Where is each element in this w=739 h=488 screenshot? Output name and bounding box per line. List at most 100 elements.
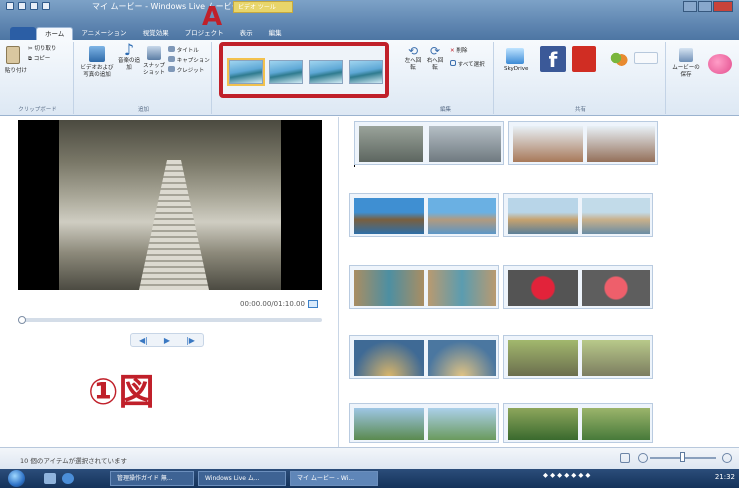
credit-label: クレジット (176, 68, 205, 74)
delete-icon: ✕ (450, 48, 455, 54)
rotate-left-icon: ⟲ (407, 44, 419, 58)
copy-icon: ⧉ (28, 56, 32, 62)
clip-3[interactable] (349, 193, 499, 237)
clip-7[interactable] (349, 335, 499, 379)
tab-visual-effects[interactable]: 視覚効果 (135, 27, 177, 40)
save-icon[interactable] (18, 2, 26, 10)
clip-frame (354, 340, 424, 376)
zoom-in-icon[interactable] (722, 453, 732, 463)
camera-icon (147, 46, 161, 60)
youtube-icon[interactable] (572, 46, 596, 72)
tray-icons[interactable]: ◆ ◆ ◆ ◆ ◆ ◆ ◆ (543, 471, 590, 479)
next-frame-icon[interactable]: |▶ (186, 336, 195, 345)
windows-live-groups-icon[interactable] (602, 48, 630, 68)
tab-home[interactable]: ホーム (36, 27, 74, 40)
fullscreen-icon[interactable] (308, 300, 318, 308)
clip-frame (429, 126, 501, 162)
clip-10[interactable] (503, 403, 653, 443)
thumbnail-size-icon[interactable] (620, 453, 630, 463)
clip-frame (508, 198, 578, 234)
taskbar-item-my-movie[interactable]: マイ ムービー - Wi... (290, 471, 378, 486)
play-icon[interactable]: ▶ (164, 336, 170, 345)
clip-9[interactable] (349, 403, 499, 443)
delete-button[interactable]: ✕ 削除 (450, 48, 467, 55)
annotation-label-a: A (202, 2, 223, 32)
taskbar-item-guide[interactable]: 管理操作ガイド 無... (110, 471, 194, 486)
effect-thumbnail-4[interactable] (349, 60, 383, 84)
paste-button[interactable] (6, 46, 20, 67)
clip-5[interactable] (349, 265, 499, 309)
file-menu-button[interactable] (10, 27, 36, 40)
flickr-icon[interactable] (634, 52, 658, 64)
save-movie-group: ムービーの保存 (668, 42, 702, 114)
tab-edit[interactable]: 編集 (261, 27, 290, 40)
zoom-out-icon[interactable] (638, 453, 648, 463)
clip-frame (428, 198, 496, 234)
seek-knob[interactable] (18, 316, 26, 324)
save-movie-button[interactable]: ムービーの保存 (672, 48, 700, 79)
add-video-photo-button[interactable]: ビデオおよび写真の追加 (80, 46, 114, 79)
clip-frame (582, 198, 650, 234)
tab-view[interactable]: 表示 (232, 27, 261, 40)
effect-thumbnail-2[interactable] (269, 60, 303, 84)
tab-animation[interactable]: アニメーション (73, 27, 134, 40)
select-all-button[interactable]: すべて選択 (450, 60, 485, 69)
facebook-icon[interactable]: f (540, 46, 566, 72)
title-button[interactable]: タイトル (168, 46, 199, 55)
snapshot-button[interactable]: スナップショット (142, 46, 166, 77)
preview-frame-image (59, 120, 281, 290)
video-preview[interactable] (18, 120, 322, 290)
clip-8[interactable] (503, 335, 653, 379)
clip-frame (354, 198, 424, 234)
maximize-button[interactable] (698, 1, 712, 12)
copy-button[interactable]: ⧉ コピー (28, 56, 50, 63)
caption-button[interactable]: キャプション (168, 56, 210, 65)
share-group-label: 共有 (574, 107, 586, 113)
system-tray: ◆ ◆ ◆ ◆ ◆ ◆ ◆ (543, 471, 590, 479)
taskbar-item-windows-live[interactable]: Windows Live ム... (198, 471, 286, 486)
sign-in-heart-icon[interactable] (708, 54, 732, 74)
credit-icon (168, 66, 175, 72)
edit-group-label: 編集 (439, 107, 451, 113)
add-music-button[interactable]: ♪ 音楽の追加 (118, 42, 140, 72)
title-icon (168, 46, 175, 52)
status-text: 10 個のアイテムが選択されています (20, 457, 127, 465)
seek-bar[interactable] (18, 318, 322, 322)
delete-label: 削除 (456, 48, 468, 54)
add-group-label: 追加 (137, 107, 149, 113)
clock: 21:32 (714, 473, 735, 481)
clip-frame (428, 408, 496, 440)
previous-frame-icon[interactable]: ◀| (139, 336, 148, 345)
timecode: 00:00.00/01:10.00 (240, 300, 305, 308)
effect-thumbnail-1[interactable] (229, 60, 263, 84)
clip-frame (354, 408, 424, 440)
select-all-icon (450, 60, 456, 66)
caption-icon (168, 56, 175, 62)
zoom-slider-knob[interactable] (680, 452, 685, 462)
credit-button[interactable]: クレジット (168, 66, 204, 75)
effect-thumbnail-3[interactable] (309, 60, 343, 84)
paste-label: 貼り付け (5, 68, 28, 74)
app-menu-icon[interactable] (6, 2, 14, 10)
copy-label: コピー (33, 56, 51, 62)
skydrive-icon[interactable] (506, 48, 524, 64)
title-bar: マイ ムービー - Windows Live ムービー メーカー ビデオ ツール… (0, 0, 739, 40)
clip-4[interactable] (503, 193, 653, 237)
cut-label: 切り取り (34, 46, 57, 52)
clip-frame (354, 270, 424, 306)
redo-icon[interactable] (42, 2, 50, 10)
title-label: タイトル (176, 48, 199, 54)
annotation-label-figure: ①図 (88, 372, 155, 413)
minimize-button[interactable] (683, 1, 697, 12)
clip-6[interactable] (503, 265, 653, 309)
undo-icon[interactable] (30, 2, 38, 10)
rotate-left-button[interactable]: ⟲ 左へ回転 (404, 45, 422, 72)
rotate-right-button[interactable]: ⟳ 右へ回転 (426, 45, 444, 72)
explorer-icon[interactable] (44, 473, 56, 484)
cut-button[interactable]: ✂ 切り取り (28, 46, 56, 53)
close-button[interactable] (713, 1, 733, 12)
start-button[interactable] (8, 470, 25, 487)
internet-explorer-icon[interactable] (62, 473, 74, 484)
clip-2[interactable] (508, 121, 658, 165)
clip-1[interactable] (354, 121, 504, 165)
